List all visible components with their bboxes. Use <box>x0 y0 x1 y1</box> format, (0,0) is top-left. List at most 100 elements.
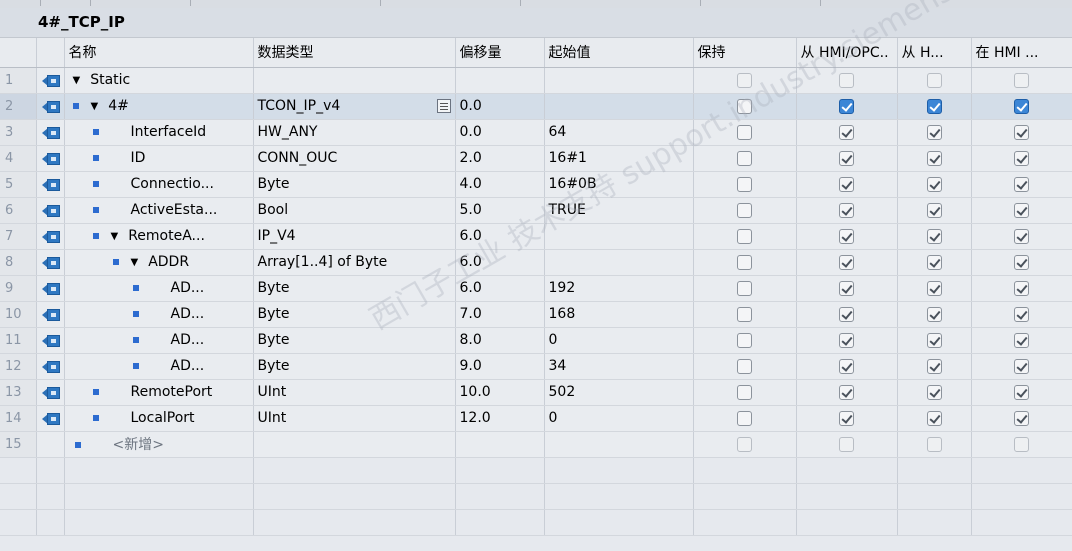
retain-checkbox[interactable] <box>737 332 752 348</box>
hmi-visible-checkbox[interactable] <box>1014 384 1029 400</box>
hmi-write-checkbox[interactable] <box>926 358 942 374</box>
datatype-cell[interactable] <box>253 431 456 458</box>
datatype-cell[interactable]: Byte <box>253 301 456 328</box>
variable-name[interactable]: 4# <box>108 98 129 114</box>
table-row[interactable]: 2 ▼ 4# TCON_IP_v4 0.0 <box>0 93 1072 120</box>
hmi-visible-checkbox[interactable] <box>1014 410 1029 426</box>
variable-name[interactable]: AD... <box>171 358 205 374</box>
table-row[interactable]: 9 AD... Byte 6.0 192 <box>0 275 1072 302</box>
start-value-cell[interactable]: 34 <box>544 353 694 380</box>
hmi-visible-checkbox[interactable] <box>1014 306 1029 322</box>
hmi-write-checkbox[interactable] <box>926 332 942 348</box>
hmi-access-checkbox[interactable] <box>839 150 854 166</box>
datatype-cell[interactable]: CONN_OUC <box>253 145 456 172</box>
expand-triangle-icon[interactable]: ▼ <box>111 231 119 242</box>
hmi-visible-checkbox[interactable] <box>1014 98 1029 114</box>
datatype-cell[interactable]: TCON_IP_v4 <box>253 93 456 120</box>
name-cell[interactable]: RemotePort <box>64 379 254 406</box>
variable-name[interactable]: AD... <box>171 332 205 348</box>
start-value-cell[interactable] <box>544 223 694 250</box>
name-cell[interactable]: ActiveEsta... <box>64 197 254 224</box>
start-value-cell[interactable]: 0 <box>544 327 694 354</box>
datatype-cell[interactable]: Byte <box>253 275 456 302</box>
start-value-cell[interactable]: TRUE <box>544 197 694 224</box>
column-header-hmi-write[interactable]: 从 H... <box>897 38 972 68</box>
hmi-write-checkbox[interactable] <box>926 280 942 296</box>
name-cell[interactable]: ▼ 4# <box>64 93 254 120</box>
name-cell[interactable]: ▼ ADDR <box>64 249 254 276</box>
hmi-access-checkbox[interactable] <box>839 254 854 270</box>
variable-name[interactable]: Connectio... <box>131 176 214 192</box>
table-row[interactable]: 3 InterfaceId HW_ANY 0.0 64 <box>0 119 1072 146</box>
datatype-cell[interactable]: Byte <box>253 171 456 198</box>
name-cell[interactable]: ▼ RemoteA... <box>64 223 254 250</box>
hmi-write-checkbox[interactable] <box>926 384 942 400</box>
hmi-write-checkbox[interactable] <box>926 228 942 244</box>
hmi-visible-checkbox[interactable] <box>1014 124 1029 140</box>
datatype-cell[interactable]: Byte <box>253 327 456 354</box>
variable-name[interactable]: ID <box>131 150 146 166</box>
retain-checkbox[interactable] <box>737 280 752 296</box>
retain-checkbox[interactable] <box>737 254 752 270</box>
datatype-cell[interactable]: HW_ANY <box>253 119 456 146</box>
table-row[interactable]: 4 ID CONN_OUC 2.0 16#1 <box>0 145 1072 172</box>
start-value-cell[interactable] <box>544 431 694 458</box>
table-row[interactable]: 14 LocalPort UInt 12.0 0 <box>0 405 1072 432</box>
hmi-access-checkbox[interactable] <box>839 280 854 296</box>
hmi-visible-checkbox[interactable] <box>1014 202 1029 218</box>
start-value-cell[interactable] <box>544 93 694 120</box>
datatype-cell[interactable]: UInt <box>253 379 456 406</box>
hmi-visible-checkbox[interactable] <box>1014 150 1029 166</box>
hmi-visible-checkbox[interactable] <box>1014 358 1029 374</box>
hmi-visible-checkbox[interactable] <box>1014 176 1029 192</box>
column-header-datatype[interactable]: 数据类型 <box>253 38 456 68</box>
table-row[interactable]: 7 ▼ RemoteA... IP_V4 6.0 <box>0 223 1072 250</box>
expand-triangle-icon[interactable]: ▼ <box>73 75 81 86</box>
start-value-cell[interactable]: 16#0B <box>544 171 694 198</box>
variable-name[interactable]: LocalPort <box>131 410 195 426</box>
name-cell[interactable]: AD... <box>64 327 254 354</box>
column-header-name[interactable]: 名称 <box>64 38 254 68</box>
hmi-access-checkbox[interactable] <box>839 228 854 244</box>
variable-name[interactable]: ActiveEsta... <box>131 202 218 218</box>
hmi-write-checkbox[interactable] <box>926 306 942 322</box>
variable-name[interactable]: Static <box>90 72 130 88</box>
hmi-write-checkbox[interactable] <box>926 150 942 166</box>
table-row[interactable]: 12 AD... Byte 9.0 34 <box>0 353 1072 380</box>
expand-triangle-icon[interactable]: ▼ <box>131 257 139 268</box>
hmi-visible-checkbox[interactable] <box>1014 228 1029 244</box>
start-value-cell[interactable] <box>544 249 694 276</box>
start-value-cell[interactable]: 168 <box>544 301 694 328</box>
retain-checkbox[interactable] <box>737 150 752 166</box>
name-cell[interactable]: AD... <box>64 301 254 328</box>
datatype-cell[interactable]: Array[1..4] of Byte <box>253 249 456 276</box>
start-value-cell[interactable]: 0 <box>544 405 694 432</box>
hmi-visible-checkbox[interactable] <box>1014 280 1029 296</box>
hmi-write-checkbox[interactable] <box>926 124 942 140</box>
retain-checkbox[interactable] <box>737 228 752 244</box>
datatype-cell[interactable]: Byte <box>253 353 456 380</box>
table-row[interactable]: 6 ActiveEsta... Bool 5.0 TRUE <box>0 197 1072 224</box>
variable-name[interactable]: RemotePort <box>131 384 213 400</box>
name-cell[interactable]: <新增> <box>64 431 254 458</box>
hmi-access-checkbox[interactable] <box>839 332 854 348</box>
retain-checkbox[interactable] <box>737 384 752 400</box>
datatype-cell[interactable]: Bool <box>253 197 456 224</box>
table-row[interactable]: 5 Connectio... Byte 4.0 16#0B <box>0 171 1072 198</box>
column-header-hmi-access[interactable]: 从 HMI/OPC.. <box>796 38 898 68</box>
variable-name[interactable]: InterfaceId <box>131 124 207 140</box>
name-cell[interactable]: LocalPort <box>64 405 254 432</box>
start-value-cell[interactable]: 192 <box>544 275 694 302</box>
column-header-retain[interactable]: 保持 <box>693 38 797 68</box>
column-header-hmi-visible[interactable]: 在 HMI ... <box>971 38 1072 68</box>
start-value-cell[interactable]: 16#1 <box>544 145 694 172</box>
variable-name[interactable]: ADDR <box>148 254 189 270</box>
expand-triangle-icon[interactable]: ▼ <box>91 101 99 112</box>
hmi-access-checkbox[interactable] <box>839 176 854 192</box>
hmi-access-checkbox[interactable] <box>839 384 854 400</box>
add-new-label[interactable]: <新增> <box>113 437 164 453</box>
retain-checkbox[interactable] <box>737 306 752 322</box>
hmi-access-checkbox[interactable] <box>839 202 854 218</box>
retain-checkbox[interactable] <box>737 410 752 426</box>
name-cell[interactable]: InterfaceId <box>64 119 254 146</box>
